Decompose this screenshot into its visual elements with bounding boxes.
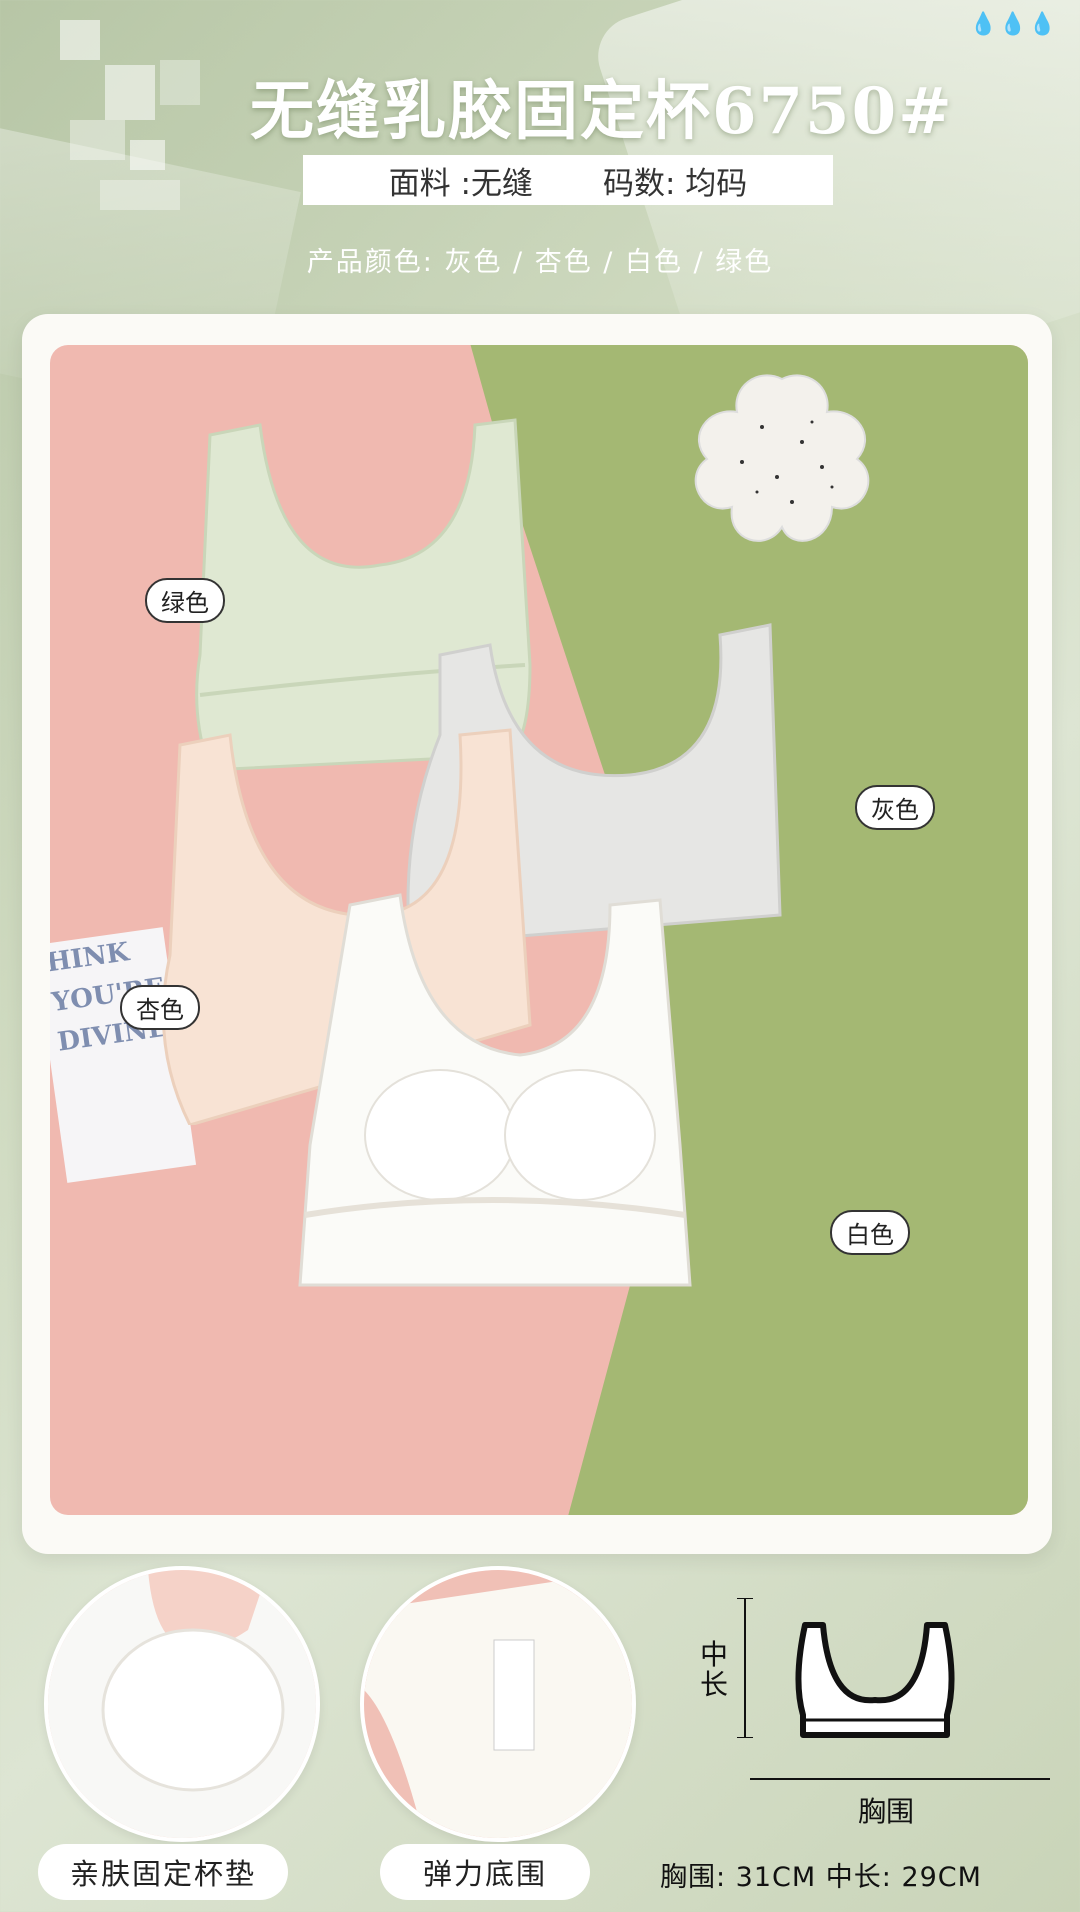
size-label: 码数: 均码 [603, 165, 748, 202]
elastic-band-detail-image [360, 1566, 636, 1842]
product-colors: 产品颜色: 灰色 / 杏色 / 白色 / 绿色 [306, 247, 774, 278]
length-label: 中长 [700, 1638, 729, 1701]
length-arrow-icon [737, 1598, 753, 1738]
product-title: 无缝乳胶固定杯6750# [250, 74, 954, 149]
product-photo: HINK YOU'RE DIVINE 绿色 灰色 杏色 白色 [50, 345, 1028, 1515]
chest-arrow-icon [750, 1778, 1050, 1780]
tag-green: 绿色 [145, 578, 225, 623]
spec-bar: 面料 :无缝 码数: 均码 [303, 155, 833, 205]
fabric-label: 面料 :无缝 [388, 165, 533, 202]
cup-pad-label: 亲肤固定杯垫 [38, 1844, 288, 1900]
tag-white: 白色 [830, 1210, 910, 1255]
bra-outline-icon [795, 1622, 955, 1738]
cup-pad-detail-image [44, 1566, 320, 1842]
elastic-band-label: 弹力底围 [380, 1844, 590, 1900]
tag-gray: 灰色 [855, 785, 935, 830]
water-drop-icons: 💧💧💧 [969, 12, 1058, 37]
tag-apricot: 杏色 [120, 985, 200, 1030]
white-bra-image [298, 893, 692, 1287]
chest-label: 胸围 [858, 1795, 915, 1828]
flower-dish-icon [694, 374, 870, 542]
blurred-logo [60, 20, 210, 235]
size-measurements: 胸围: 31CM 中长: 29CM [660, 1862, 982, 1893]
